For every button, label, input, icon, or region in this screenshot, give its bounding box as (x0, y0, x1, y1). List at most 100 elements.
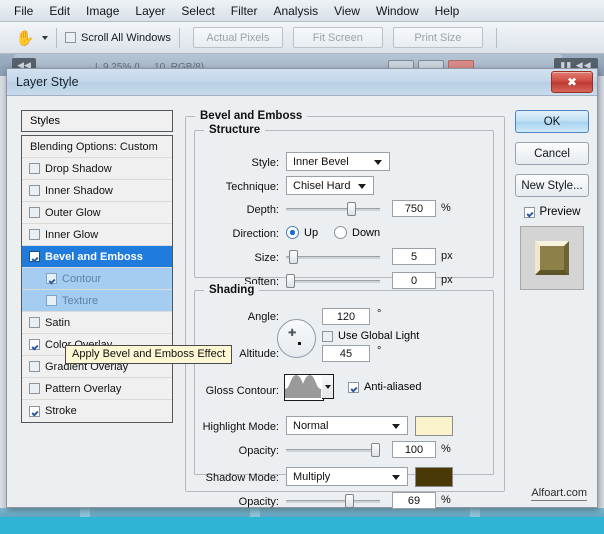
slider-knob[interactable] (345, 494, 354, 508)
sidebar-item-inner-glow[interactable]: Inner Glow (22, 224, 172, 246)
soften-input[interactable]: 0 (392, 272, 436, 289)
shadow-opacity-slider[interactable] (286, 494, 380, 508)
scroll-all-windows-label: Scroll All Windows (81, 32, 171, 44)
slider-knob[interactable] (347, 202, 356, 216)
item-label: Outer Glow (45, 207, 101, 219)
cancel-button[interactable]: Cancel (515, 142, 589, 165)
menu-bar: File Edit Image Layer Select Filter Anal… (0, 0, 604, 22)
styles-header[interactable]: Styles (21, 110, 173, 132)
sidebar-item-contour[interactable]: Contour (22, 268, 172, 290)
sidebar-item-texture[interactable]: Texture (22, 290, 172, 312)
checkbox-box[interactable] (29, 163, 40, 174)
dialog-titlebar[interactable]: Layer Style ✖ (7, 69, 597, 96)
new-style-button[interactable]: New Style... (515, 174, 589, 197)
shadow-mode-value: Multiply (293, 471, 330, 483)
highlight-opacity-input[interactable]: 100 (392, 441, 436, 458)
shadow-color-swatch[interactable] (415, 467, 453, 487)
sidebar-item-stroke[interactable]: Stroke (22, 400, 172, 422)
angle-input[interactable]: 120 (322, 308, 370, 325)
menu-item-file[interactable]: File (6, 2, 41, 20)
slider-track (286, 280, 380, 283)
ok-button[interactable]: OK (515, 110, 589, 133)
shadow-opacity-input[interactable]: 69 (392, 492, 436, 509)
menu-item-image[interactable]: Image (78, 2, 127, 20)
style-value: Inner Bevel (293, 156, 349, 168)
size-input[interactable]: 5 (392, 248, 436, 265)
menu-item-select[interactable]: Select (173, 2, 222, 20)
slider-track (286, 449, 380, 452)
sidebar-item-satin[interactable]: Satin (22, 312, 172, 334)
style-select[interactable]: Inner Bevel (286, 152, 390, 171)
depth-input[interactable]: 750 (392, 200, 436, 217)
menu-item-filter[interactable]: Filter (223, 2, 266, 20)
sidebar-item-bevel-and-emboss[interactable]: Bevel and Emboss (22, 246, 172, 268)
angle-label: Angle: (207, 311, 279, 323)
actual-pixels-button[interactable]: Actual Pixels (193, 27, 283, 48)
technique-label: Technique: (207, 181, 279, 193)
shadow-mode-select[interactable]: Multiply (286, 467, 408, 486)
technique-select[interactable]: Chisel Hard (286, 176, 374, 195)
chevron-down-icon[interactable] (42, 36, 48, 40)
technique-value: Chisel Hard (293, 180, 350, 192)
checkbox-box[interactable] (29, 185, 40, 196)
direction-down-label: Down (352, 227, 380, 239)
styles-list: Blending Options: Custom Drop Shadow Inn… (21, 135, 173, 423)
highlight-color-swatch[interactable] (415, 416, 453, 436)
checkbox-box[interactable] (29, 207, 40, 218)
slider-knob[interactable] (289, 250, 298, 264)
scroll-all-windows-checkbox[interactable]: Scroll All Windows (65, 32, 171, 44)
contour-curve (285, 375, 321, 398)
gloss-contour-thumbnail[interactable] (284, 374, 324, 401)
size-slider[interactable] (286, 250, 380, 264)
menu-item-analysis[interactable]: Analysis (265, 2, 326, 20)
checkbox-box[interactable] (29, 361, 40, 372)
menu-item-view[interactable]: View (326, 2, 368, 20)
sidebar-item-inner-shadow[interactable]: Inner Shadow (22, 180, 172, 202)
checkbox-box[interactable] (29, 339, 40, 350)
anti-aliased-checkbox[interactable]: Anti-aliased (348, 381, 421, 393)
tooltip: Apply Bevel and Emboss Effect (65, 345, 232, 364)
preview-checkbox[interactable]: Preview (515, 206, 589, 218)
checkbox-box[interactable] (29, 317, 40, 328)
menu-item-edit[interactable]: Edit (41, 2, 78, 20)
hand-icon[interactable]: ✋ (12, 26, 38, 50)
dialog-actions: OK Cancel New Style... Preview (515, 110, 589, 290)
soften-unit: px (441, 274, 453, 286)
checkbox-box[interactable] (29, 229, 40, 240)
slider-track (286, 500, 380, 503)
dialog-title: Layer Style (16, 75, 79, 89)
slider-knob[interactable] (371, 443, 380, 457)
menu-item-layer[interactable]: Layer (127, 2, 173, 20)
radio-dot (286, 226, 299, 239)
slider-track (286, 208, 380, 211)
dialog-body: Styles Blending Options: Custom Drop Sha… (7, 96, 597, 507)
highlight-opacity-slider[interactable] (286, 443, 380, 457)
checkbox-box[interactable] (46, 295, 57, 306)
soften-slider[interactable] (286, 274, 380, 288)
depth-slider[interactable] (286, 202, 380, 216)
direction-up-radio[interactable]: Up (286, 226, 318, 239)
menu-item-help[interactable]: Help (427, 2, 468, 20)
angle-dial[interactable]: ✚ (277, 319, 316, 358)
sidebar-item-pattern-overlay[interactable]: Pattern Overlay (22, 378, 172, 400)
use-global-light-checkbox[interactable]: Use Global Light (322, 330, 419, 342)
checkbox-box[interactable] (29, 383, 40, 394)
highlight-mode-select[interactable]: Normal (286, 416, 408, 435)
altitude-input[interactable]: 45 (322, 345, 370, 362)
fit-screen-button[interactable]: Fit Screen (293, 27, 383, 48)
gloss-contour-dropdown[interactable] (322, 374, 334, 399)
checkbox-box[interactable] (29, 251, 40, 262)
menu-item-window[interactable]: Window (368, 2, 427, 20)
style-label: Style: (207, 157, 279, 169)
slider-knob[interactable] (286, 274, 295, 288)
sidebar-item-blending-options[interactable]: Blending Options: Custom (22, 136, 172, 158)
direction-down-radio[interactable]: Down (334, 226, 380, 239)
sidebar-item-outer-glow[interactable]: Outer Glow (22, 202, 172, 224)
checkbox-box[interactable] (29, 406, 40, 417)
preview-label: Preview (540, 206, 581, 218)
checkbox-box[interactable] (46, 273, 57, 284)
item-label: Satin (45, 317, 70, 329)
close-icon[interactable]: ✖ (551, 71, 593, 93)
sidebar-item-drop-shadow[interactable]: Drop Shadow (22, 158, 172, 180)
print-size-button[interactable]: Print Size (393, 27, 483, 48)
